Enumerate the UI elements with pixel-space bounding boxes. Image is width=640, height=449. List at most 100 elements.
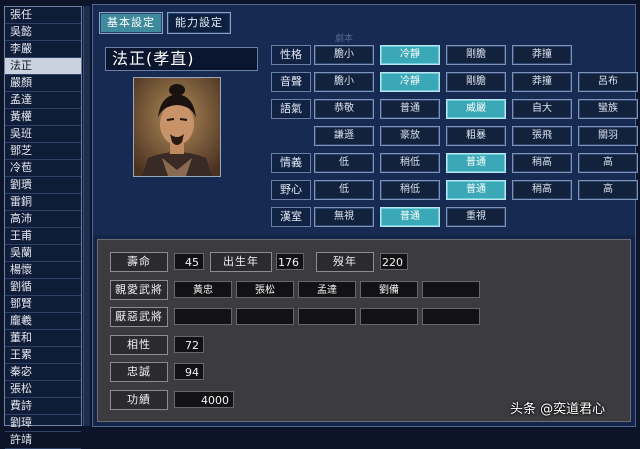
attribute-option-button[interactable]: 自大 [512, 99, 572, 119]
attribute-option-button[interactable]: 呂布 [578, 72, 638, 92]
officer-list-item[interactable]: 龐羲 [5, 313, 81, 330]
attribute-option-button[interactable]: 剛膽 [446, 72, 506, 92]
attribute-option-button[interactable]: 威嚴 [446, 99, 506, 119]
officer-list-item[interactable]: 嚴顏 [5, 75, 81, 92]
title-tag: 劇本 [335, 34, 354, 44]
favorite-officer-slot[interactable]: 張松 [236, 281, 294, 298]
attribute-option-button[interactable]: 莽撞 [512, 72, 572, 92]
officer-list-scrollbar[interactable] [83, 6, 90, 426]
loyalty-value[interactable]: 94 [174, 363, 204, 380]
attribute-label: 語氣 [271, 99, 311, 119]
favorite-officers-label: 親愛武將 [110, 280, 168, 300]
lifespan-value[interactable]: 45 [174, 253, 204, 270]
lifespan-label: 壽命 [110, 252, 168, 272]
attribute-option-button[interactable]: 普通 [446, 153, 506, 173]
officer-list-item[interactable]: 秦宓 [5, 364, 81, 381]
officer-list-item[interactable]: 鄧賢 [5, 296, 81, 313]
attribute-option-button[interactable]: 低 [314, 180, 374, 200]
disliked-officer-slot[interactable] [236, 308, 294, 325]
officer-list-item[interactable]: 黃權 [5, 109, 81, 126]
officer-list-item[interactable]: 劉璋 [5, 415, 81, 432]
favorite-officer-slot[interactable]: 黃忠 [174, 281, 232, 298]
officer-list-item[interactable]: 楊懷 [5, 262, 81, 279]
stats-section: 壽命 45 出生年 176 歿年 220 親愛武將 黃忠 張松 孟達 劉備 厭惡武將 … [97, 239, 631, 422]
officer-list-item[interactable]: 王甫 [5, 228, 81, 245]
attribute-option-button[interactable]: 高 [578, 153, 638, 173]
disliked-officer-slot[interactable] [360, 308, 418, 325]
officer-list-item[interactable]: 高沛 [5, 211, 81, 228]
disliked-officers-label: 厭惡武將 [110, 307, 168, 327]
attribute-option-button[interactable]: 豪放 [380, 126, 440, 146]
officer-list-item[interactable]: 張任 [5, 7, 81, 24]
attribute-option-button[interactable]: 剛膽 [446, 45, 506, 65]
favorite-officer-slot[interactable] [422, 281, 480, 298]
officer-name: 法正(孝直) [105, 47, 258, 71]
birth-year-label: 出生年 [210, 252, 272, 272]
attribute-option-button[interactable]: 低 [314, 153, 374, 173]
attribute-option-button[interactable]: 普通 [446, 180, 506, 200]
officer-list-item[interactable]: 董和 [5, 330, 81, 347]
officer-list-item[interactable]: 吳班 [5, 126, 81, 143]
officer-list[interactable]: 張任 吳懿 李嚴 法正 嚴顏 孟達 黃權 吳班 鄧芝 冷苞 劉璝 雷銅 高沛 王甫 吳蘭 楊懷 劉循 鄧賢 龐羲 董和… [4, 6, 82, 449]
attribute-option-button[interactable]: 張飛 [512, 126, 572, 146]
compatibility-value[interactable]: 72 [174, 336, 204, 353]
tab-basic-settings[interactable]: 基本設定 [99, 12, 163, 34]
officer-edit-panel: 基本設定 能力設定 劇本 法正(孝直) 性格 膽小 冷靜 剛膽 莽撞 音聲 膽小… [92, 4, 638, 427]
officer-list-item[interactable]: 鄧芝 [5, 143, 81, 160]
attribute-option-button[interactable]: 稍低 [380, 180, 440, 200]
favorite-officer-slot[interactable]: 孟達 [298, 281, 356, 298]
tab-ability-settings[interactable]: 能力設定 [167, 12, 231, 34]
officer-list-item[interactable]: 王累 [5, 347, 81, 364]
attribute-option-button[interactable]: 冷靜 [380, 72, 440, 92]
officer-list-item[interactable]: 法正 [5, 58, 81, 75]
attribute-option-button[interactable]: 高 [578, 180, 638, 200]
disliked-officer-slot[interactable] [422, 308, 480, 325]
attribute-option-button[interactable]: 恭敬 [314, 99, 374, 119]
attribute-label: 性格 [271, 45, 311, 65]
birth-year-value[interactable]: 176 [276, 253, 304, 270]
attribute-label: 漢室 [271, 207, 311, 227]
attribute-option-button[interactable]: 普通 [380, 207, 440, 227]
officer-list-item[interactable]: 吳蘭 [5, 245, 81, 262]
attribute-option-button[interactable]: 謙遜 [314, 126, 374, 146]
attribute-option-button[interactable]: 膽小 [314, 72, 374, 92]
officer-list-item[interactable]: 冷苞 [5, 160, 81, 177]
compatibility-label: 相性 [110, 335, 168, 355]
favorite-officer-slot[interactable]: 劉備 [360, 281, 418, 298]
attribute-option-button[interactable]: 關羽 [578, 126, 638, 146]
attribute-option-button[interactable]: 稍高 [512, 180, 572, 200]
officer-portrait [133, 77, 221, 177]
officer-list-item[interactable]: 李嚴 [5, 41, 81, 58]
disliked-officer-slot[interactable] [174, 308, 232, 325]
officer-list-item[interactable]: 劉循 [5, 279, 81, 296]
watermark: 头条 @奕道君心 [510, 402, 606, 417]
attribute-label: 野心 [271, 180, 311, 200]
attribute-option-button[interactable]: 普通 [380, 99, 440, 119]
attribute-option-button[interactable]: 蠻族 [578, 99, 638, 119]
attribute-option-button[interactable]: 稍低 [380, 153, 440, 173]
attribute-option-button[interactable]: 莽撞 [512, 45, 572, 65]
attribute-option-button[interactable]: 重視 [446, 207, 506, 227]
attribute-label: 情義 [271, 153, 311, 173]
attribute-option-button[interactable]: 粗暴 [446, 126, 506, 146]
officer-list-item[interactable]: 孟達 [5, 92, 81, 109]
portrait-image [134, 78, 220, 176]
attribute-option-button[interactable]: 無視 [314, 207, 374, 227]
attribute-label: 音聲 [271, 72, 311, 92]
merit-label: 功績 [110, 390, 168, 410]
attribute-option-button[interactable]: 膽小 [314, 45, 374, 65]
loyalty-label: 忠誠 [110, 362, 168, 382]
personality-section: 基本設定 能力設定 劇本 法正(孝直) 性格 膽小 冷靜 剛膽 莽撞 音聲 膽小… [93, 5, 638, 235]
officer-list-item[interactable]: 劉璝 [5, 177, 81, 194]
officer-list-item[interactable]: 許靖 [5, 432, 81, 449]
officer-list-item[interactable]: 費詩 [5, 398, 81, 415]
death-year-value[interactable]: 220 [380, 253, 408, 270]
merit-value[interactable]: 4000 [174, 391, 234, 408]
disliked-officer-slot[interactable] [298, 308, 356, 325]
attribute-option-button[interactable]: 冷靜 [380, 45, 440, 65]
officer-list-item[interactable]: 吳懿 [5, 24, 81, 41]
attribute-option-button[interactable]: 稍高 [512, 153, 572, 173]
death-year-label: 歿年 [316, 252, 374, 272]
officer-list-item[interactable]: 張松 [5, 381, 81, 398]
officer-list-item[interactable]: 雷銅 [5, 194, 81, 211]
